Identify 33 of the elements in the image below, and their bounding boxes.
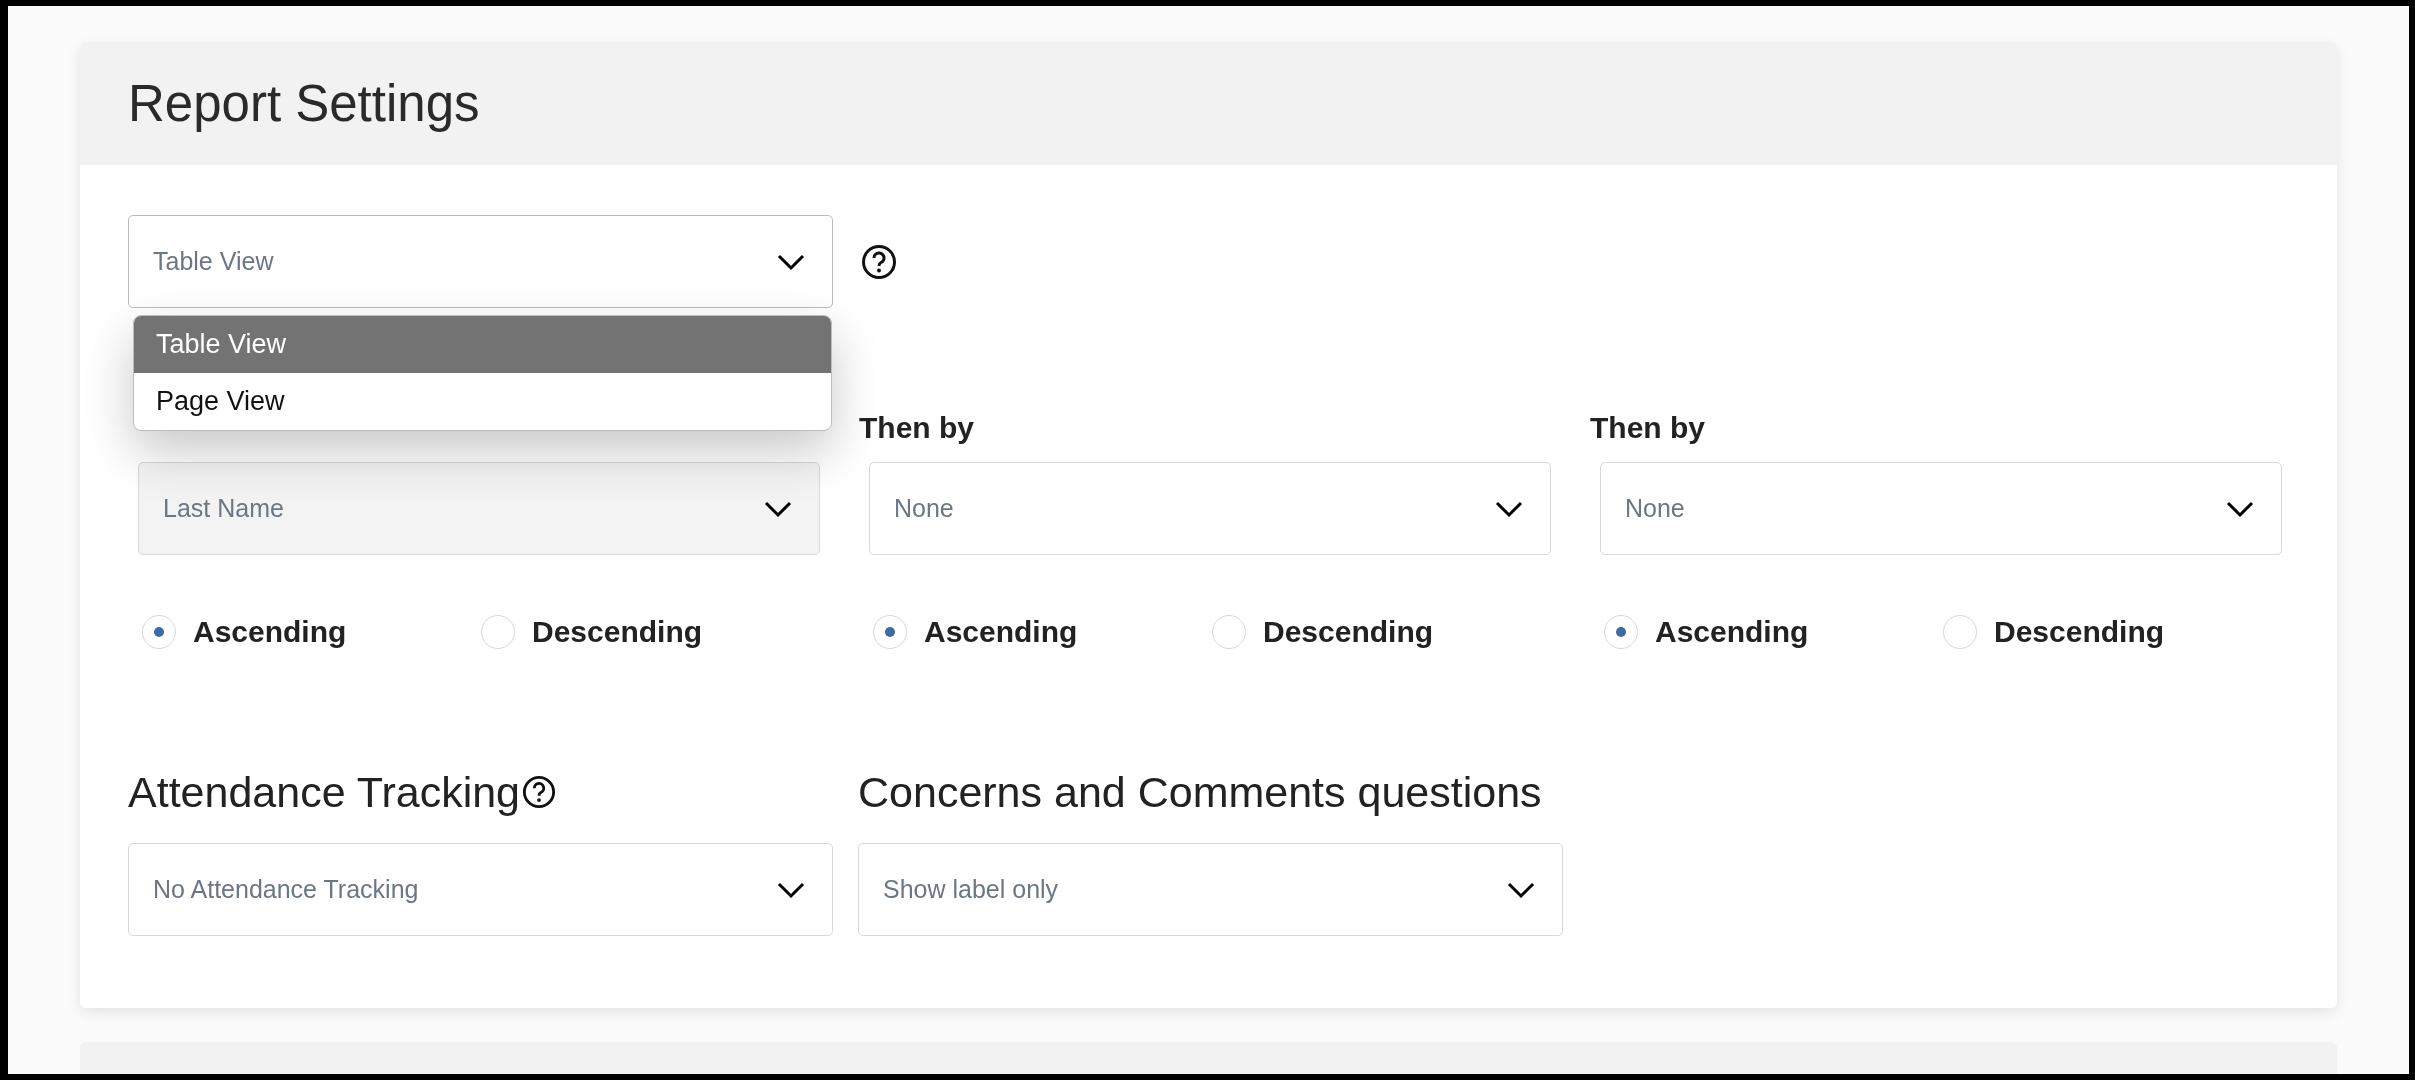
chevron-down-icon — [776, 880, 806, 899]
radio-button[interactable] — [873, 615, 907, 649]
sort-select[interactable]: None — [1600, 462, 2282, 555]
chevron-down-icon — [1494, 499, 1524, 518]
attendance-select[interactable]: No Attendance Tracking — [128, 843, 833, 936]
radio-button[interactable] — [481, 615, 515, 649]
radio-button[interactable] — [1604, 615, 1638, 649]
radio-button[interactable] — [1212, 615, 1246, 649]
radio-label: Descending — [532, 615, 703, 649]
radio-label: Ascending — [1655, 615, 1809, 649]
radio-button[interactable] — [1943, 615, 1977, 649]
section-label: Concerns and Comments questions — [858, 767, 1542, 817]
help-icon[interactable] — [522, 775, 557, 809]
chevron-down-icon — [763, 499, 793, 518]
card-title: Report Settings — [128, 74, 480, 133]
dropdown-option[interactable]: Page View — [134, 373, 831, 430]
dropdown-option[interactable]: Table View — [134, 316, 831, 373]
field-label: Then by — [1590, 410, 1706, 446]
chevron-down-icon — [2225, 499, 2255, 518]
radio-button[interactable] — [142, 615, 176, 649]
view-select[interactable]: Table View — [128, 215, 833, 308]
sort-select[interactable]: Last Name — [138, 462, 820, 555]
field-label: Then by — [859, 410, 975, 446]
chevron-down-icon — [776, 252, 806, 271]
radio-label: Ascending — [924, 615, 1078, 649]
section-label: Attendance Tracking — [128, 767, 521, 817]
concerns-select[interactable]: Show label only — [858, 843, 1563, 936]
radio-label: Ascending — [193, 615, 347, 649]
chevron-down-icon — [1506, 880, 1536, 899]
radio-label: Descending — [1994, 615, 2165, 649]
help-icon[interactable] — [861, 243, 897, 280]
sort-select[interactable]: None — [869, 462, 1551, 555]
radio-label: Descending — [1263, 615, 1434, 649]
